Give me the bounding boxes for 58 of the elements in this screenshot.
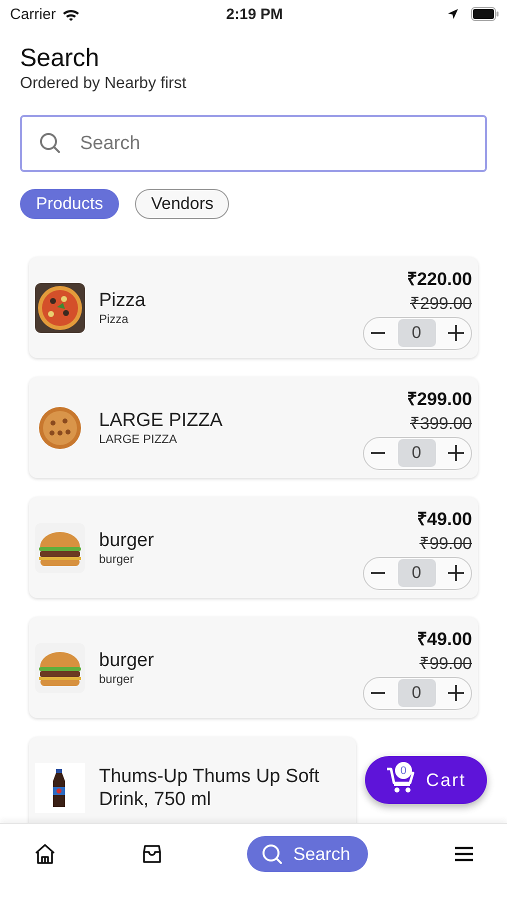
- plus-icon: [447, 444, 465, 462]
- battery-icon: [470, 7, 499, 21]
- plus-icon: [447, 684, 465, 702]
- minus-icon: [370, 452, 386, 454]
- search-icon: [261, 843, 284, 865]
- quantity-value: 0: [398, 559, 436, 587]
- home-icon: [34, 843, 56, 865]
- minus-icon: [370, 692, 386, 694]
- product-card[interactable]: Pizza Pizza ₹220.00 ₹299.00 0: [29, 257, 478, 358]
- filter-chip[interactable]: Vendors: [135, 189, 230, 219]
- filter-chip[interactable]: Products: [20, 189, 120, 219]
- cart-count-badge: 0: [394, 762, 412, 779]
- nav-tab[interactable]: Search: [247, 836, 368, 872]
- original-price: ₹299.00: [410, 292, 472, 314]
- minus-icon: [370, 332, 386, 334]
- sort-subtitle: Ordered by Nearby first: [20, 75, 188, 93]
- plus-icon: [447, 324, 465, 342]
- product-name: LARGE PIZZA: [99, 409, 224, 432]
- quantity-value: 0: [398, 679, 436, 707]
- product-subtitle: burger: [99, 552, 135, 566]
- increase-button[interactable]: [447, 564, 465, 582]
- product-price: ₹49.00: [416, 628, 472, 650]
- product-card[interactable]: burger burger ₹49.00 ₹99.00 0: [29, 497, 478, 598]
- search-icon: [38, 131, 62, 155]
- increase-button[interactable]: [447, 444, 465, 462]
- increase-button[interactable]: [447, 324, 465, 342]
- box-icon: [140, 843, 163, 865]
- floating-cart-button[interactable]: 0 Cart: [365, 756, 487, 804]
- search-field[interactable]: Search: [20, 115, 487, 172]
- product-name: Thums-Up Thums Up Soft Drink, 750 ml: [99, 764, 320, 810]
- product-card[interactable]: LARGE PIZZA LARGE PIZZA ₹299.00 ₹399.00 0: [29, 377, 478, 478]
- original-price: ₹99.00: [419, 652, 472, 674]
- product-subtitle: Pizza: [99, 312, 130, 326]
- nav-tab[interactable]: [34, 843, 56, 865]
- product-price: ₹49.00: [416, 508, 472, 530]
- product-price: ₹299.00: [406, 388, 472, 410]
- nav-tab[interactable]: [140, 843, 163, 865]
- product-name: burger: [99, 649, 155, 672]
- original-price: ₹399.00: [410, 412, 472, 434]
- plus-icon: [447, 564, 465, 582]
- location-arrow-icon: [446, 8, 459, 20]
- product-subtitle: LARGE PIZZA: [99, 432, 178, 446]
- carrier-label: Carrier: [10, 6, 56, 22]
- wifi-icon: [62, 8, 80, 20]
- product-subtitle: burger: [99, 672, 135, 686]
- product-card[interactable]: Thums-Up Thums Up Soft Drink, 750 ml: [29, 737, 356, 823]
- product-card[interactable]: burger burger ₹49.00 ₹99.00 0: [29, 617, 478, 718]
- product-name: Pizza: [99, 289, 146, 312]
- clock-time: 2:19 PM: [226, 6, 283, 22]
- quantity-value: 0: [398, 319, 436, 347]
- increase-button[interactable]: [447, 684, 465, 702]
- quantity-value: 0: [398, 439, 436, 467]
- cart-icon: [386, 766, 416, 794]
- original-price: ₹99.00: [419, 532, 472, 554]
- product-price: ₹220.00: [406, 268, 472, 290]
- page-title: Search: [20, 44, 100, 73]
- product-name: burger: [99, 529, 155, 552]
- minus-icon: [370, 572, 386, 574]
